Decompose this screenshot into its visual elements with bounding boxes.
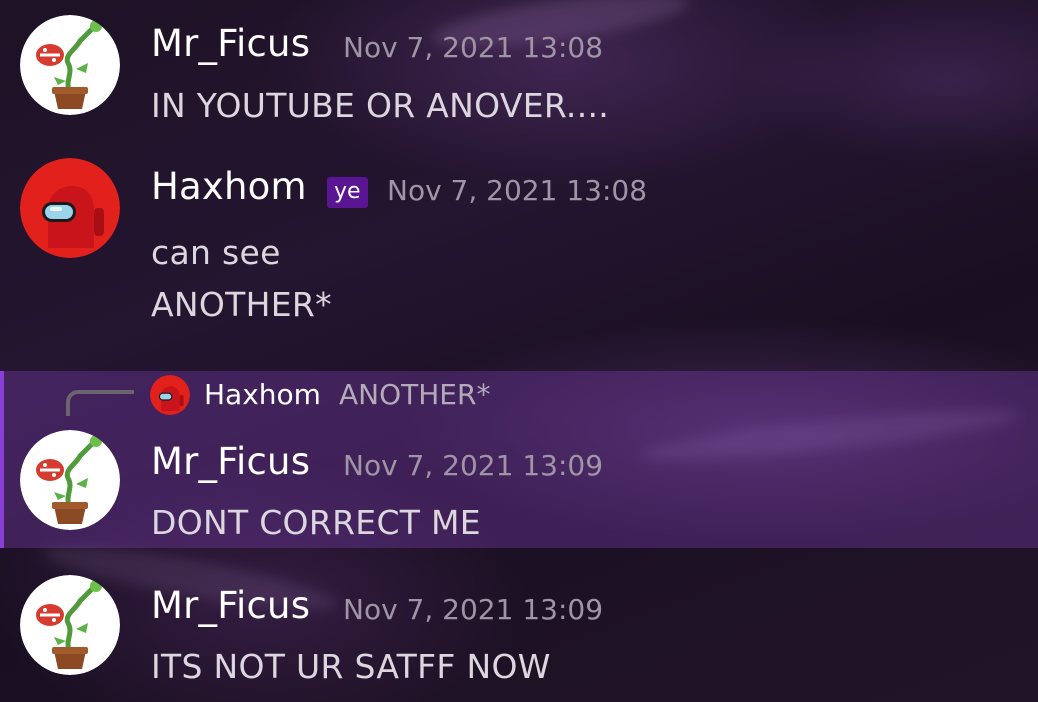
message-timestamp: Nov 7, 2021 13:09 bbox=[343, 593, 604, 626]
message-text: DONT CORRECT ME bbox=[151, 503, 481, 542]
message-timestamp: Nov 7, 2021 13:08 bbox=[343, 31, 604, 64]
reply-avatar[interactable] bbox=[150, 375, 190, 415]
message-text: ANOTHER* bbox=[151, 285, 332, 324]
reply-connector bbox=[66, 390, 134, 416]
message-timestamp: Nov 7, 2021 13:09 bbox=[343, 449, 604, 482]
avatar[interactable] bbox=[20, 15, 120, 115]
role-tag[interactable]: ye bbox=[327, 177, 368, 208]
avatar[interactable] bbox=[20, 158, 120, 258]
reply-author[interactable]: Haxhom bbox=[204, 378, 321, 411]
message-author[interactable]: Mr_Ficus bbox=[151, 584, 310, 627]
piranha-plant-avatar-icon bbox=[20, 575, 120, 675]
message-text: ITS NOT UR SATFF NOW bbox=[151, 647, 551, 686]
message-text: can see bbox=[151, 233, 281, 272]
piranha-plant-avatar-icon bbox=[20, 430, 120, 530]
red-crewmate-avatar-icon bbox=[150, 375, 190, 415]
message-text: IN YOUTUBE OR ANOVER.... bbox=[151, 86, 610, 125]
message-author[interactable]: Haxhom bbox=[151, 165, 307, 208]
piranha-plant-avatar-icon bbox=[20, 15, 120, 115]
reply-preview-text[interactable]: ANOTHER* bbox=[339, 378, 490, 411]
avatar[interactable] bbox=[20, 430, 120, 530]
avatar[interactable] bbox=[20, 575, 120, 675]
message-author[interactable]: Mr_Ficus bbox=[151, 440, 310, 483]
message-author[interactable]: Mr_Ficus bbox=[151, 22, 310, 65]
message-timestamp: Nov 7, 2021 13:08 bbox=[387, 174, 648, 207]
red-crewmate-avatar-icon bbox=[20, 158, 120, 258]
